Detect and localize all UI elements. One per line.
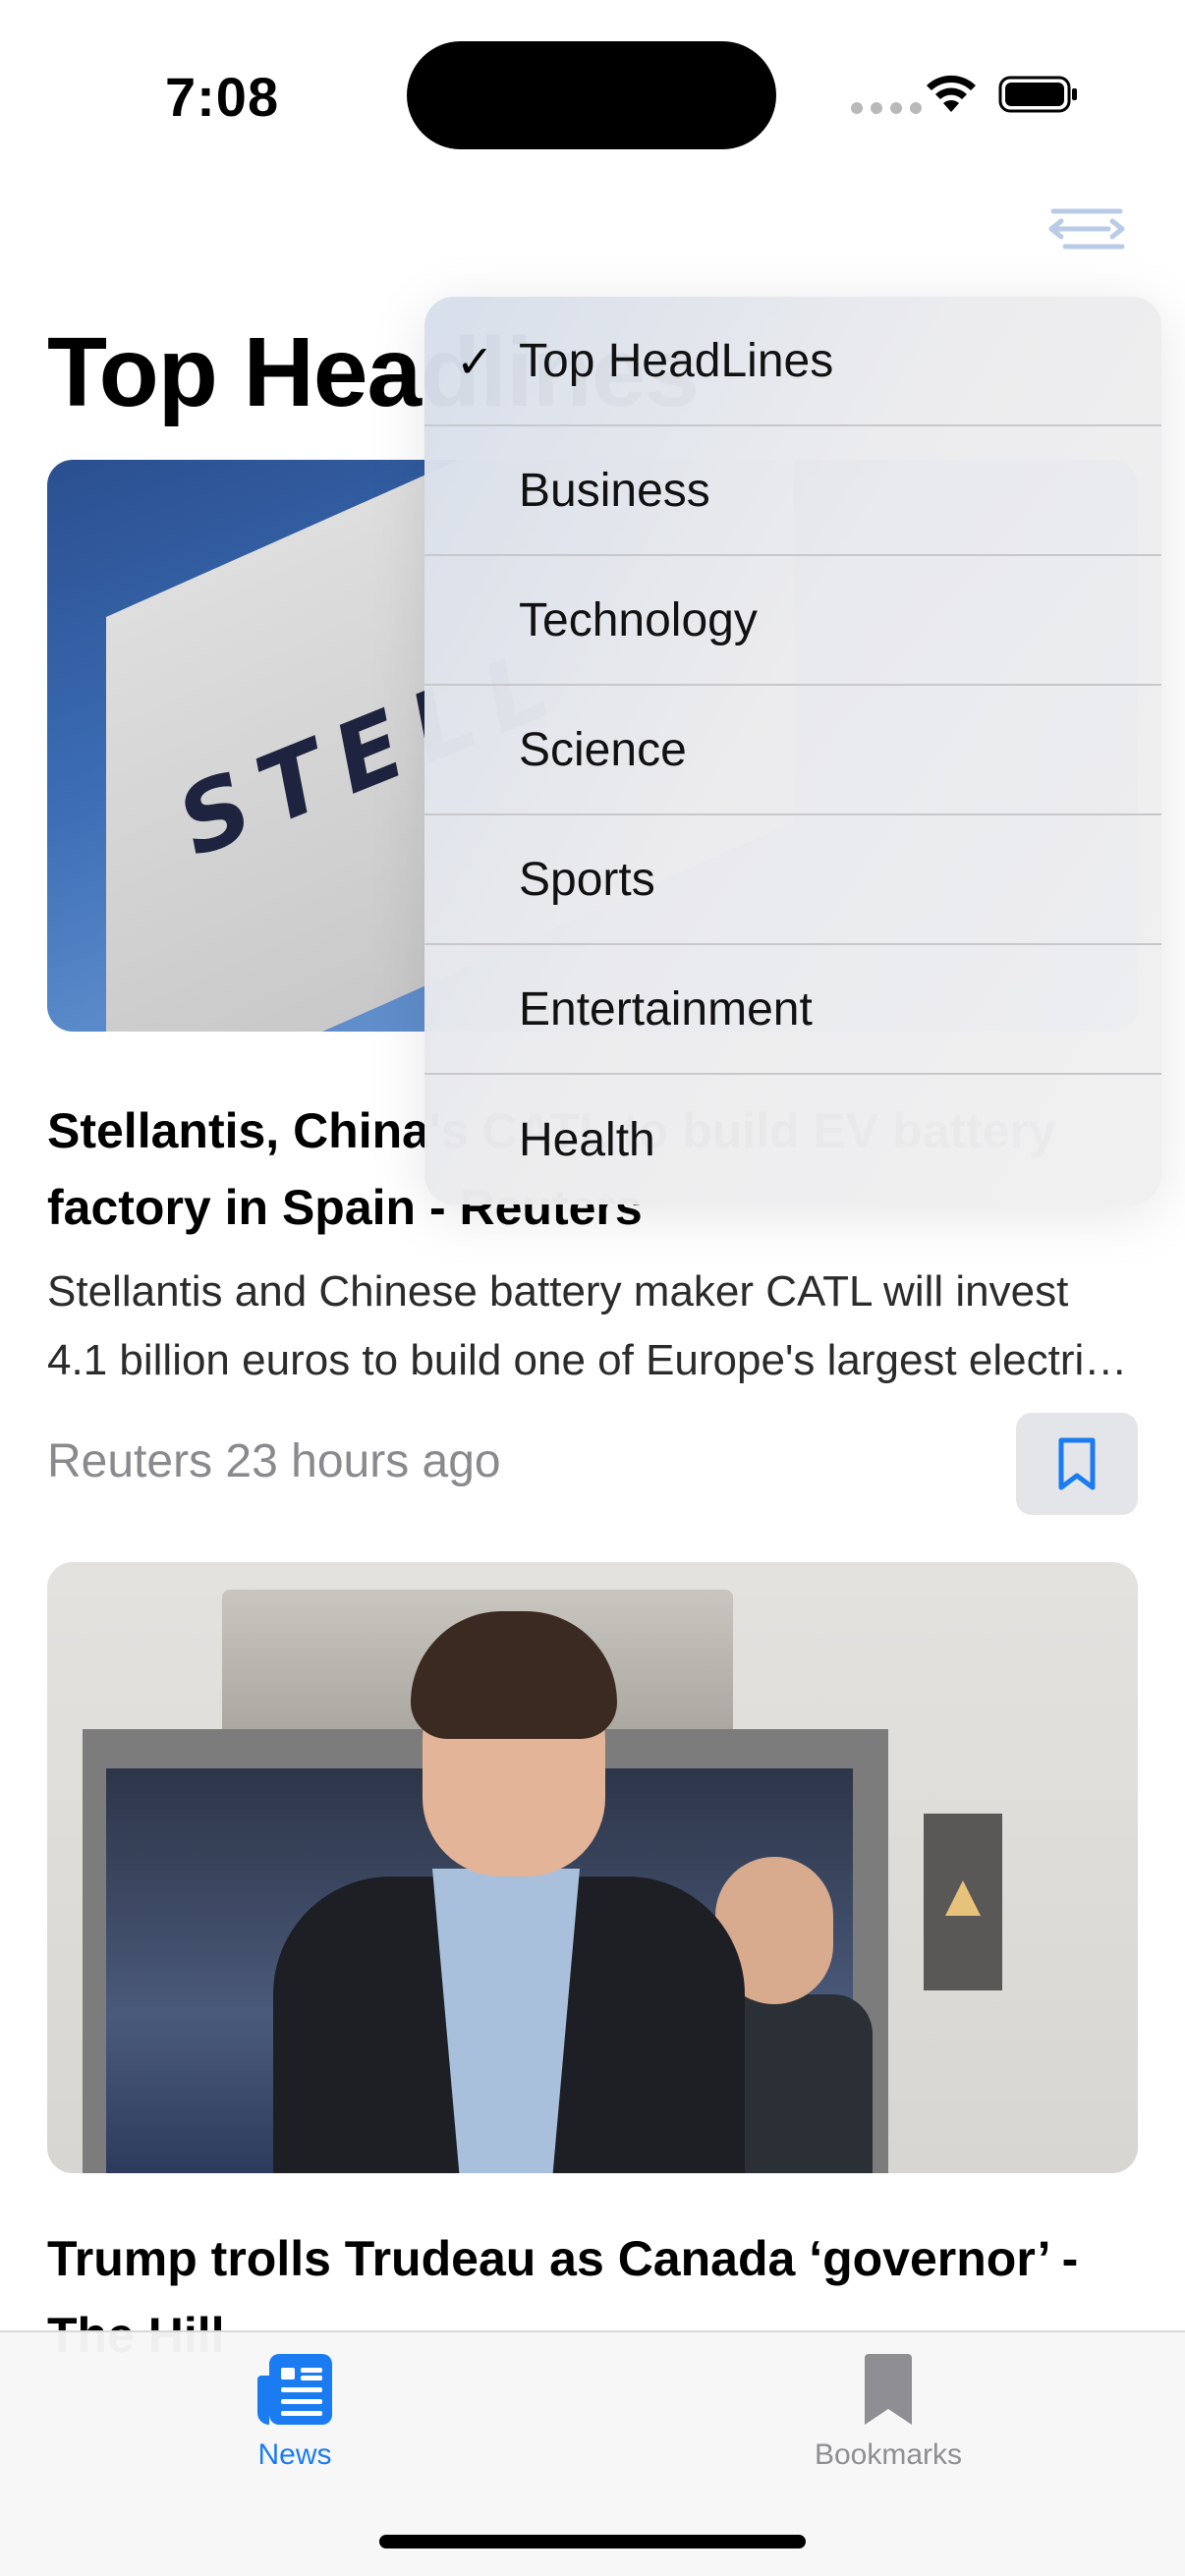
tab-bookmarks[interactable]: Bookmarks [770,2348,1006,2472]
person-graphic [214,1611,823,2173]
article-image[interactable] [47,1562,1138,2173]
battery-icon [998,76,1077,113]
category-menu: ✓ Top HeadLines Business Technology Scie… [424,297,1161,1204]
menu-item-science[interactable]: Science [424,686,1161,815]
bookmark-icon [1058,1437,1096,1490]
bookmark-icon [865,2354,912,2425]
menu-item-label: Health [519,1113,655,1166]
tab-news[interactable]: News [177,2348,413,2472]
menu-item-label: Technology [519,593,758,646]
menu-item-label: Sports [519,853,655,906]
menu-item-business[interactable]: Business [424,426,1161,556]
wifi-icon [927,75,976,112]
menu-item-label: Business [519,464,710,517]
category-filter-button[interactable] [1044,193,1130,265]
tab-label: Bookmarks [814,2438,963,2471]
newspaper-icon [257,2354,332,2425]
menu-item-entertainment[interactable]: Entertainment [424,945,1161,1075]
status-time: 7:08 [165,66,280,128]
status-bar: 7:08 [0,0,1185,177]
bookmark-button[interactable] [1016,1413,1138,1515]
menu-item-top-headlines[interactable]: ✓ Top HeadLines [424,297,1161,426]
menu-item-technology[interactable]: Technology [424,556,1161,686]
tab-label: News [257,2438,332,2471]
menu-item-label: Science [519,723,687,776]
article-summary: Stellantis and Chinese battery maker CAT… [47,1267,1106,1384]
swap-arrows-icon [1048,208,1125,250]
article-source-time: Reuters 23 hours ago [47,1435,501,1487]
home-indicator[interactable] [379,2535,806,2548]
menu-item-sports[interactable]: Sports [424,815,1161,945]
checkmark-icon: ✓ [456,336,494,387]
menu-item-health[interactable]: Health [424,1075,1161,1204]
menu-item-label: Entertainment [519,982,813,1036]
elevator-panel-graphic [924,1814,1002,1990]
menu-item-label: Top HeadLines [519,334,834,387]
cellular-signal-icon [851,102,922,114]
dynamic-island [407,41,776,149]
screen: 7:08 Top Headlines STELL Stellantis, Chi… [0,0,1185,2576]
